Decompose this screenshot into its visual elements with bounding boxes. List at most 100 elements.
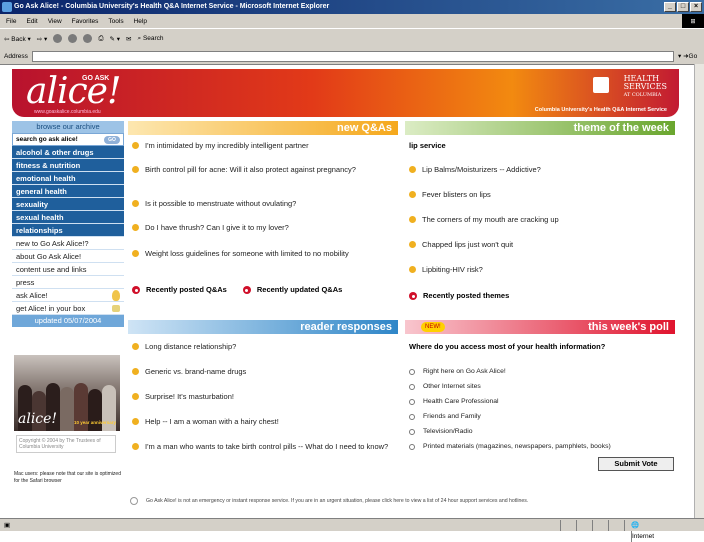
- sidebar-nav: browse our archive search go ask alice! …: [12, 121, 124, 327]
- health-services-logo[interactable]: HEALTH SERVICES AT COLUMBIA: [624, 75, 667, 99]
- sidebar-link-new[interactable]: new to Go Ask Alice!?: [12, 237, 124, 250]
- qa-item[interactable]: Weight loss guidelines for someone with …: [132, 249, 394, 285]
- menu-tools[interactable]: Tools: [108, 18, 123, 25]
- address-bar: Address ▾ ➜Go: [0, 48, 704, 64]
- sidebar-item-sexuality[interactable]: sexuality: [12, 198, 124, 211]
- theme-list: lip service Lip Balms/Moisturizers -- Ad…: [409, 141, 671, 300]
- menu-view[interactable]: View: [48, 18, 62, 25]
- qa-item[interactable]: I'm intimidated by my incredibly intelli…: [132, 141, 394, 165]
- arrow-icon: [409, 292, 417, 300]
- radio-button[interactable]: [409, 413, 415, 420]
- print-icon[interactable]: ⎙: [98, 35, 103, 43]
- poll-option[interactable]: Printed materials (magazines, newspapers…: [409, 439, 675, 454]
- poll-option[interactable]: Health Care Professional: [409, 394, 675, 409]
- radio-button[interactable]: [409, 398, 415, 405]
- reader-item[interactable]: Long distance relationship?: [132, 342, 394, 367]
- sidebar-item-fitness[interactable]: fitness & nutrition: [12, 159, 124, 172]
- back-button[interactable]: ⇦ Back ▾: [4, 35, 31, 43]
- reader-item[interactable]: I'm a man who wants to take birth contro…: [132, 442, 394, 468]
- site-banner: alice! GO ASK www.goaskalice.columbia.ed…: [12, 69, 679, 117]
- internet-zone: 🌐 Internet: [624, 519, 704, 542]
- radio-button[interactable]: [409, 428, 415, 435]
- reader-item[interactable]: Generic vs. brand-name drugs: [132, 367, 394, 392]
- bullet-icon: [409, 241, 416, 248]
- refresh-icon[interactable]: [68, 34, 78, 43]
- theme-item[interactable]: Fever blisters on lips: [409, 190, 671, 215]
- poll-option[interactable]: Other Internet sites: [409, 379, 675, 394]
- toolbar: ⇦ Back ▾ ⇨ ▾ ⎙ ✎ ▾ ✉ ⌕ Search: [0, 28, 704, 48]
- home-icon[interactable]: [83, 34, 93, 43]
- menu-file[interactable]: File: [6, 18, 16, 25]
- anniversary-photo[interactable]: alice! 10 year anniversary: [14, 355, 120, 431]
- minimize-button[interactable]: _: [664, 2, 676, 12]
- qa-item[interactable]: Birth control pill for acne: Will it als…: [132, 165, 394, 199]
- poll-option[interactable]: Television/Radio: [409, 424, 675, 439]
- recently-posted-themes-link[interactable]: Recently posted themes: [409, 291, 671, 300]
- poll-option[interactable]: Friends and Family: [409, 409, 675, 424]
- radio-button[interactable]: [409, 443, 415, 450]
- close-button[interactable]: ×: [690, 2, 702, 12]
- bullet-icon: [132, 224, 139, 231]
- menu-bar: File Edit View Favorites Tools Help: [0, 14, 704, 28]
- search-go-button[interactable]: GO: [104, 136, 120, 144]
- question-mark-icon: [112, 290, 120, 301]
- theme-item[interactable]: Chapped lips just won't quit: [409, 240, 671, 265]
- reader-item[interactable]: Surprise! It's masturbation!: [132, 392, 394, 417]
- address-input[interactable]: [31, 50, 674, 62]
- sidebar-link-inbox[interactable]: get Alice! in your box: [12, 302, 124, 315]
- sidebar-link-press[interactable]: press: [12, 276, 124, 289]
- recently-posted-qa-link[interactable]: Recently posted Q&As: [132, 285, 227, 294]
- browse-archive-header[interactable]: browse our archive: [12, 121, 124, 133]
- theme-item[interactable]: Lipbiting-HIV risk?: [409, 265, 671, 291]
- theme-header: theme of the week: [405, 121, 675, 135]
- sidebar-link-content[interactable]: content use and links: [12, 263, 124, 276]
- poll-option[interactable]: Right here on Go Ask Alice!: [409, 364, 675, 379]
- submit-vote-button[interactable]: Submit Vote: [598, 457, 674, 471]
- bullet-icon: [409, 266, 416, 273]
- sidebar-item-general[interactable]: general health: [12, 185, 124, 198]
- menu-edit[interactable]: Edit: [26, 18, 37, 25]
- go-button[interactable]: ▾ ➜Go: [678, 52, 704, 60]
- arrow-icon: [132, 286, 140, 294]
- maximize-button[interactable]: □: [677, 2, 689, 12]
- radio-button[interactable]: [409, 368, 415, 375]
- search-box[interactable]: search go ask alice! GO: [12, 133, 124, 146]
- sidebar-link-about[interactable]: about Go Ask Alice!: [12, 250, 124, 263]
- vertical-scrollbar[interactable]: [694, 64, 704, 518]
- poll-header: this week's poll: [405, 320, 675, 334]
- search-button[interactable]: ⌕ Search: [137, 35, 163, 43]
- theme-heading: lip service: [409, 141, 446, 150]
- new-badge: NEW!: [421, 322, 445, 332]
- forward-button[interactable]: ⇨ ▾: [37, 35, 48, 43]
- sidebar-item-alcohol[interactable]: alcohol & other drugs: [12, 146, 124, 159]
- sidebar-item-sexual-health[interactable]: sexual health: [12, 211, 124, 224]
- sidebar-item-emotional[interactable]: emotional health: [12, 172, 124, 185]
- bullet-icon: [132, 142, 139, 149]
- go-ask-text: GO ASK: [82, 75, 110, 82]
- theme-item[interactable]: The corners of my mouth are cracking up: [409, 215, 671, 240]
- menu-help[interactable]: Help: [134, 18, 147, 25]
- sidebar-item-relationships[interactable]: relationships: [12, 224, 124, 237]
- bullet-icon: [409, 166, 416, 173]
- status-cells: 🌐 Internet: [560, 519, 704, 542]
- qa-item[interactable]: Do I have thrush? Can I give it to my lo…: [132, 223, 394, 249]
- page-viewport: alice! GO ASK www.goaskalice.columbia.ed…: [0, 64, 694, 518]
- photo-alice-label: alice!: [18, 411, 58, 427]
- sidebar-link-ask[interactable]: ask Alice!: [12, 289, 124, 302]
- reader-item[interactable]: Help -- I am a woman with a hairy chest!: [132, 417, 394, 442]
- recently-updated-qa-link[interactable]: Recently updated Q&As: [242, 285, 342, 294]
- stop-icon[interactable]: [53, 34, 63, 43]
- updated-date: updated 05/07/2004: [12, 315, 124, 327]
- theme-item[interactable]: Lip Balms/Moisturizers -- Addictive?: [409, 165, 671, 190]
- disclaimer-text[interactable]: Go Ask Alice! is not an emergency or ins…: [146, 498, 528, 504]
- edit-icon[interactable]: ✎ ▾: [110, 35, 121, 43]
- bullet-icon: [132, 250, 139, 257]
- qa-item[interactable]: Is it possible to menstruate without ovu…: [132, 199, 394, 223]
- menu-favorites[interactable]: Favorites: [72, 18, 99, 25]
- mail-icon[interactable]: ✉: [126, 35, 131, 43]
- radio-button[interactable]: [409, 383, 415, 390]
- poll-form: Where do you access most of your health …: [409, 342, 675, 454]
- bullet-icon: [132, 443, 139, 450]
- anniversary-label: 10 year anniversary: [73, 420, 116, 425]
- ie-icon: [2, 2, 12, 12]
